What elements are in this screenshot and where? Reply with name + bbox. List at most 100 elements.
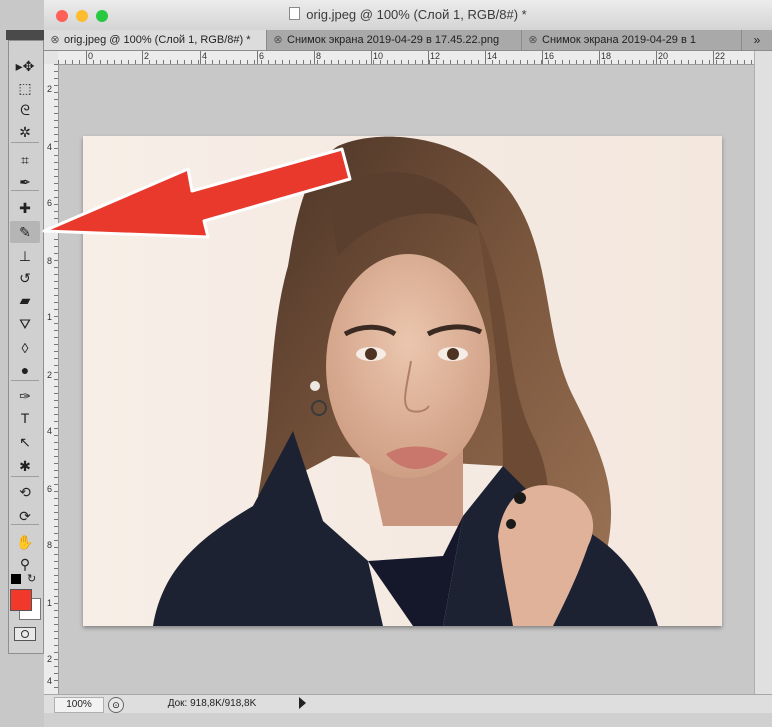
close-tab-icon[interactable]: ⊗: [271, 30, 285, 50]
ruler-v-minor-tick: [54, 512, 58, 513]
3d-rotate-tool[interactable]: ⟲: [10, 481, 40, 503]
clone-stamp-tool[interactable]: ⊥: [10, 245, 40, 267]
marquee-tool[interactable]: ⬚: [10, 77, 40, 99]
ruler-v-minor-tick: [54, 267, 58, 268]
ruler-h-minor-tick: [212, 60, 213, 64]
ruler-h-minor-tick: [394, 60, 395, 64]
ruler-v-minor-tick: [54, 253, 58, 254]
ruler-v-minor-tick: [54, 260, 58, 261]
ruler-v-minor-tick: [54, 428, 58, 429]
paint-bucket-tool[interactable]: ⛛: [10, 313, 40, 335]
type-tool[interactable]: T: [10, 407, 40, 429]
ruler-v-minor-tick: [54, 393, 58, 394]
default-colors-icon[interactable]: [11, 574, 21, 584]
ruler-h-minor-tick: [429, 60, 430, 64]
status-menu-arrow-icon[interactable]: [299, 697, 306, 709]
ruler-v-minor-tick: [54, 617, 58, 618]
horizontal-ruler[interactable]: 0 2 4 6 8 10 12 14 16 18 20 22: [58, 51, 754, 65]
ruler-h-minor-tick: [135, 60, 136, 64]
ruler-v-minor-tick: [54, 526, 58, 527]
ruler-h-minor-tick: [513, 60, 514, 64]
ruler-h-minor-tick: [590, 60, 591, 64]
zoom-level-field[interactable]: 100%: [54, 697, 104, 713]
ruler-h-minor-tick: [261, 60, 262, 64]
ruler-h-minor-tick: [653, 60, 654, 64]
history-brush-tool[interactable]: ↺: [10, 267, 40, 289]
ruler-h-minor-tick: [695, 60, 696, 64]
ruler-h-minor-tick: [499, 60, 500, 64]
pen-tool[interactable]: ✑: [10, 385, 40, 407]
tab-label: Снимок экрана 2019-04-29 в 1: [542, 34, 696, 46]
ruler-h-minor-tick: [184, 60, 185, 64]
eraser-tool[interactable]: ▰: [10, 289, 40, 311]
ruler-h-minor-tick: [366, 60, 367, 64]
ruler-v-minor-tick: [54, 484, 58, 485]
ruler-v-minor-tick: [54, 505, 58, 506]
ruler-h-minor-tick: [198, 60, 199, 64]
ruler-h-minor-tick: [471, 60, 472, 64]
swap-colors-icon[interactable]: ↻: [27, 572, 36, 585]
ruler-v-minor-tick: [54, 519, 58, 520]
close-tab-icon[interactable]: ⊗: [526, 30, 540, 50]
tab-screenshot-2[interactable]: ⊗ Снимок экрана 2019-04-29 в 1: [522, 30, 742, 50]
lasso-icon: ᘓ: [20, 102, 30, 118]
move-tool[interactable]: ▸✥: [10, 55, 40, 77]
dodge-tool[interactable]: ●: [10, 359, 40, 381]
ruler-h-minor-tick: [289, 60, 290, 64]
ruler-origin[interactable]: [44, 51, 59, 65]
ruler-h-minor-tick: [219, 60, 220, 64]
tab-screenshot-1[interactable]: ⊗ Снимок экрана 2019-04-29 в 17.45.22.png: [267, 30, 522, 50]
ruler-h-minor-tick: [583, 60, 584, 64]
foreground-color-swatch[interactable]: [10, 589, 32, 611]
ruler-h-minor-tick: [751, 60, 752, 64]
ruler-h-minor-tick: [338, 60, 339, 64]
document-size-info: Док: 918,8K/918,8K: [167, 698, 257, 709]
brush-icon: ✎: [19, 224, 31, 240]
ruler-h-minor-tick: [163, 60, 164, 64]
ruler-v-label: 6: [47, 484, 53, 494]
lasso-tool[interactable]: ᘓ: [10, 99, 40, 121]
ruler-h-tick: [257, 51, 258, 64]
close-tab-icon[interactable]: ⊗: [48, 30, 62, 50]
ruler-v-minor-tick: [54, 344, 58, 345]
tab-orig-jpeg[interactable]: ⊗ orig.jpeg @ 100% (Слой 1, RGB/8#) *: [44, 30, 267, 50]
status-info-icon[interactable]: ⊙: [108, 697, 124, 713]
ruler-v-minor-tick: [54, 309, 58, 310]
spot-healing-icon: ✚: [19, 200, 31, 216]
hand-tool[interactable]: ✋: [10, 531, 40, 553]
ruler-v-minor-tick: [54, 365, 58, 366]
ruler-v-minor-tick: [54, 386, 58, 387]
tools-panel-header[interactable]: [6, 30, 44, 40]
tab-overflow-button[interactable]: »: [742, 30, 772, 50]
ruler-v-minor-tick: [54, 85, 58, 86]
magic-wand-icon: ✲: [19, 124, 31, 140]
ruler-v-minor-tick: [54, 652, 58, 653]
ruler-h-minor-tick: [527, 60, 528, 64]
title-bar: orig.jpeg @ 100% (Слой 1, RGB/8#) *: [44, 0, 772, 31]
shape-tool[interactable]: ✱: [10, 455, 40, 477]
ruler-v-minor-tick: [54, 463, 58, 464]
ruler-h-tick: [713, 51, 714, 64]
ruler-h-tick: [656, 51, 657, 64]
ruler-h-minor-tick: [93, 60, 94, 64]
path-selection-tool[interactable]: ↖: [10, 431, 40, 453]
ruler-v-minor-tick: [54, 372, 58, 373]
ruler-h-minor-tick: [443, 60, 444, 64]
ruler-h-minor-tick: [310, 60, 311, 64]
ruler-v-minor-tick: [54, 673, 58, 674]
ruler-h-minor-tick: [744, 60, 745, 64]
ruler-h-minor-tick: [191, 60, 192, 64]
ruler-v-minor-tick: [54, 351, 58, 352]
3d-rotate-icon: ⟲: [19, 484, 31, 500]
ruler-h-minor-tick: [625, 60, 626, 64]
ruler-h-minor-tick: [142, 60, 143, 64]
ruler-v-minor-tick: [54, 302, 58, 303]
ruler-h-minor-tick: [156, 60, 157, 64]
horizontal-scrollbar[interactable]: [44, 713, 772, 727]
quick-mask-button[interactable]: [14, 627, 36, 641]
ruler-v-minor-tick: [54, 92, 58, 93]
blur-tool[interactable]: ◊: [10, 337, 40, 359]
vertical-scrollbar[interactable]: [754, 51, 772, 694]
ruler-v-minor-tick: [54, 330, 58, 331]
magic-wand-tool[interactable]: ✲: [10, 121, 40, 143]
